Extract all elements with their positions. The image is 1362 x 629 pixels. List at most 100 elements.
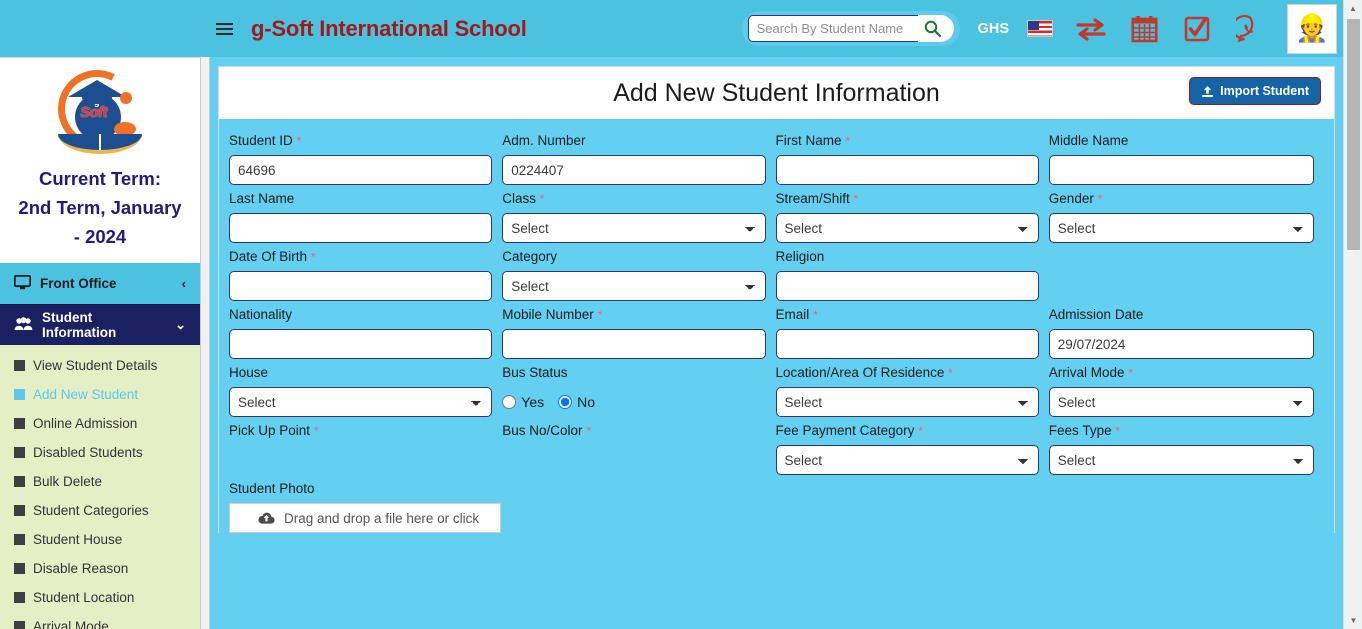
calendar-icon[interactable] (1126, 11, 1162, 47)
field-student-photo: Student Photo Drag and drop a file here … (229, 481, 509, 533)
sidebar-item-bulk-delete[interactable]: Bulk Delete (0, 467, 200, 496)
religion-input[interactable] (775, 271, 1039, 301)
sidebar-item-arrival-mode[interactable]: Arrival Mode (0, 612, 200, 629)
field-mobile-number: Mobile Number * (502, 307, 775, 359)
fees-type-select[interactable]: Select (1048, 445, 1315, 475)
category-select[interactable]: Select (502, 271, 766, 301)
mobile-number-input[interactable] (502, 329, 766, 359)
avatar[interactable]: 👷 (1287, 3, 1337, 54)
field-bus-no-color: Bus No/Color * (502, 423, 775, 475)
field-admission-date: Admission Date (1048, 307, 1324, 359)
field-pick-up-point: Pick Up Point * (229, 423, 502, 475)
field-category: Category Select (502, 249, 775, 301)
gsoft-logo-icon: Soft g (44, 59, 156, 160)
arrival-mode-select[interactable]: Select (1048, 387, 1315, 417)
field-house: House Select (229, 365, 502, 417)
search-button[interactable] (917, 15, 954, 42)
field-fees-type: Fees Type * Select (1048, 423, 1324, 475)
sidebar-item-student-categories[interactable]: Student Categories (0, 496, 200, 525)
search-input[interactable] (747, 15, 918, 42)
bus-status-no-label[interactable]: No (577, 394, 595, 410)
field-last-name: Last Name (229, 191, 502, 243)
student-id-input[interactable] (229, 155, 493, 185)
field-email: Email * (775, 307, 1049, 359)
form-row-4: Nationality Mobile Number * Email * Admi… (229, 307, 1324, 359)
bullet-square-icon (14, 621, 25, 629)
form-row-6: Pick Up Point * Bus No/Color * Fee Payme… (229, 423, 1324, 475)
bullet-square-icon (14, 447, 25, 458)
first-name-input[interactable] (775, 155, 1039, 185)
field-label: Class * (502, 191, 545, 206)
scroll-up-arrow[interactable]: ▲ (1344, 0, 1362, 17)
search-icon (924, 20, 942, 37)
form-row-1: Student ID * Adm. Number First Name * Mi… (229, 133, 1324, 185)
middle-name-input[interactable] (1048, 155, 1315, 185)
fee-payment-category-select[interactable]: Select (775, 445, 1039, 475)
sidebar-item-add-new-student[interactable]: Add New Student (0, 380, 200, 409)
sidebar-submenu-label: Disabled Students (33, 445, 143, 460)
bullet-square-icon (14, 534, 25, 545)
form-card: Add New Student Information Import Stude… (218, 66, 1335, 533)
main-content: Add New Student Information Import Stude… (210, 57, 1343, 629)
email-input[interactable] (775, 329, 1039, 359)
adm-number-input[interactable] (502, 155, 766, 185)
location-select[interactable]: Select (775, 387, 1039, 417)
sidebar-item-view-student-details[interactable]: View Student Details (0, 351, 200, 380)
chevron-down-icon[interactable]: ⌄ (175, 317, 186, 333)
whatsapp-icon[interactable] (1232, 11, 1268, 47)
class-select[interactable]: Select (502, 213, 766, 243)
cloud-upload-icon (258, 512, 275, 524)
sidebar-item-front-office-label: Front Office (40, 276, 117, 291)
import-student-label: Import Student (1220, 84, 1309, 98)
date-of-birth-input[interactable] (229, 271, 493, 301)
import-student-button[interactable]: Import Student (1189, 77, 1321, 105)
field-label: Student ID * (229, 133, 302, 148)
page-scrollbar[interactable]: ▲ ▼ (1343, 0, 1362, 629)
bus-status-yes-label[interactable]: Yes (521, 394, 544, 410)
sidebar-submenu: View Student Details Add New Student Onl… (0, 345, 200, 629)
field-middle-name: Middle Name (1048, 133, 1324, 185)
sidebar-item-disable-reason[interactable]: Disable Reason (0, 554, 200, 583)
field-label: Location/Area Of Residence * (775, 365, 953, 380)
field-location-area-of-residence: Location/Area Of Residence * Select (775, 365, 1049, 417)
brand-title: g-Soft International School (251, 15, 527, 41)
monitor-icon (13, 274, 32, 293)
us-flag-icon[interactable] (1027, 20, 1053, 37)
field-nationality: Nationality (229, 307, 502, 359)
school-code-label[interactable]: GHS (978, 21, 1009, 37)
field-stream-shift: Stream/Shift * Select (775, 191, 1049, 243)
bus-status-no-radio[interactable] (558, 395, 573, 409)
student-photo-dropzone[interactable]: Drag and drop a file here or click (229, 503, 501, 533)
logo-panel: Soft g Current Term: 2nd Term, January -… (0, 57, 200, 263)
page-title: Add New Student Information (613, 78, 940, 107)
chevron-left-icon[interactable]: ‹ (182, 276, 186, 291)
sidebar-item-student-house[interactable]: Student House (0, 525, 200, 554)
scroll-down-arrow[interactable]: ▼ (1344, 612, 1362, 629)
gender-select[interactable]: Select (1048, 213, 1315, 243)
current-term-line-2: 2nd Term, January (18, 197, 182, 218)
field-label: Admission Date (1048, 307, 1144, 322)
last-name-input[interactable] (229, 213, 493, 243)
sidebar-item-student-information[interactable]: Student Information ⌄ (0, 304, 200, 345)
field-label: Email * (775, 307, 818, 322)
sidebar-submenu-label: Arrival Mode (33, 619, 109, 629)
scrollbar-thumb[interactable] (1347, 19, 1360, 250)
field-label: Middle Name (1048, 133, 1129, 148)
sidebar-item-disabled-students[interactable]: Disabled Students (0, 438, 200, 467)
checkbox-check-icon[interactable] (1179, 11, 1215, 47)
sidebar-item-student-location[interactable]: Student Location (0, 583, 200, 612)
hamburger-icon[interactable] (212, 19, 237, 39)
transfer-arrows-icon[interactable] (1073, 11, 1109, 47)
current-term-line-3: - 2024 (73, 226, 127, 247)
field-gender: Gender * Select (1048, 191, 1324, 243)
nationality-input[interactable] (229, 329, 493, 359)
admission-date-input[interactable] (1048, 329, 1315, 359)
house-select[interactable]: Select (229, 387, 493, 417)
sidebar-item-front-office[interactable]: Front Office ‹ (0, 263, 200, 304)
sidebar-item-online-admission[interactable]: Online Admission (0, 409, 200, 438)
field-label: Gender * (1048, 191, 1103, 206)
field-arrival-mode: Arrival Mode * Select (1048, 365, 1324, 417)
sidebar-submenu-label: Online Admission (33, 416, 138, 431)
bus-status-yes-radio[interactable] (502, 395, 517, 409)
stream-shift-select[interactable]: Select (775, 213, 1039, 243)
